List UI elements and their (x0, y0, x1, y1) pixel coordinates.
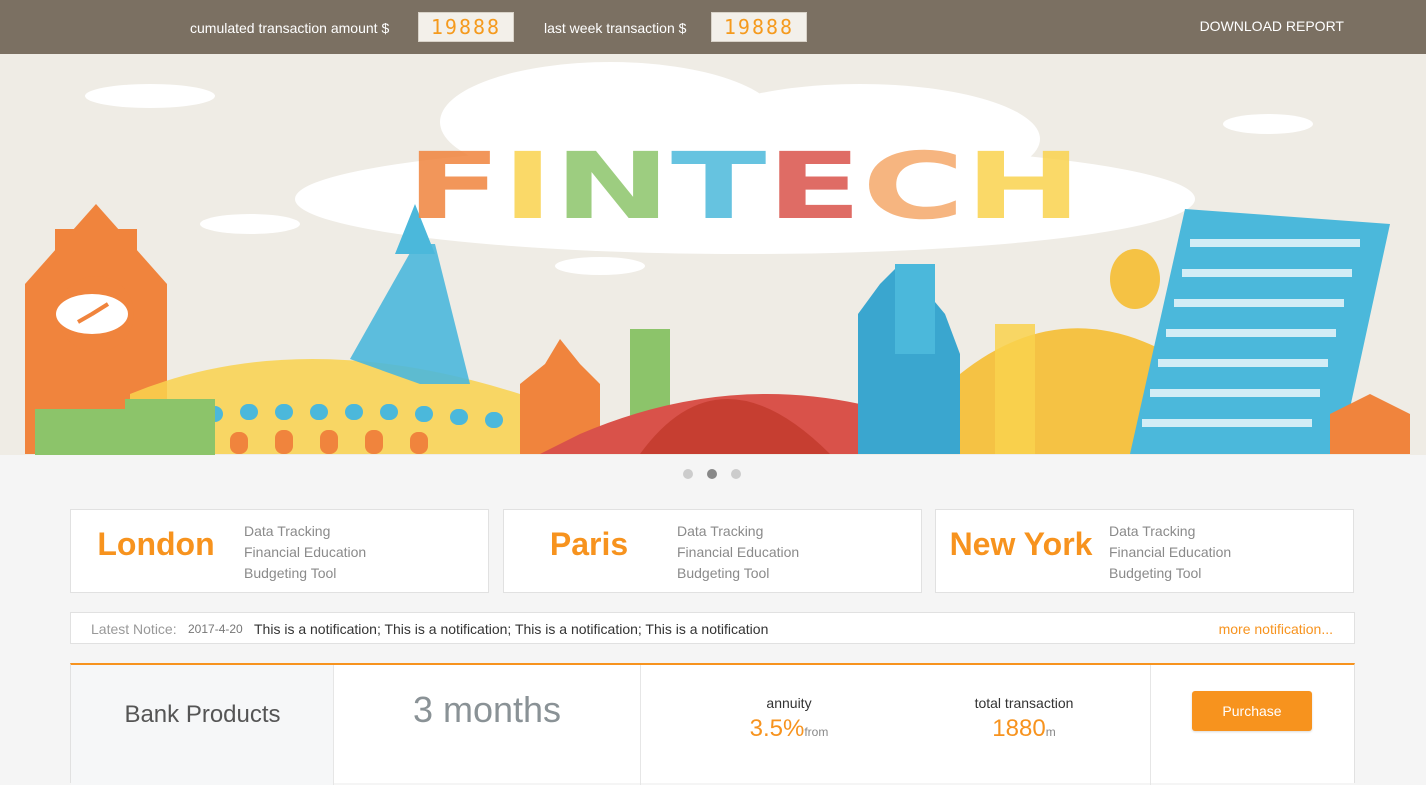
total-transaction-group: 1880m (924, 715, 1124, 743)
carousel-dot-1[interactable] (683, 469, 693, 479)
city-card-london[interactable]: London Data Tracking Financial Education… (70, 509, 489, 593)
annuity-label: annuity (766, 695, 812, 711)
feature-budgeting-tool: Budgeting Tool (677, 565, 770, 581)
annuity-value: 3.5% (749, 715, 805, 742)
carousel-dot-2[interactable] (707, 469, 717, 479)
total-transaction-value: 1880 (992, 715, 1046, 742)
fintech-letter: C (862, 133, 965, 240)
product-term: 3 months (412, 689, 562, 730)
cumulated-amount-label: cumulated transaction amount $ (190, 20, 390, 36)
feature-data-tracking: Data Tracking (677, 523, 764, 539)
last-week-label: last week transaction $ (544, 20, 687, 36)
total-transaction-label: total transaction (974, 695, 1074, 711)
city-skyline-illustration: FINTECH (25, 62, 1410, 455)
last-week-value: 19888 (711, 12, 807, 42)
feature-financial-education: Financial Education (244, 544, 367, 560)
svg-text:FINTECH: FINTECH (406, 133, 1082, 240)
notice-label: Latest Notice: (91, 621, 177, 637)
annuity-suffix: from (804, 725, 829, 739)
top-bar: cumulated transaction amount $ 19888 las… (0, 0, 1426, 54)
feature-data-tracking: Data Tracking (244, 523, 331, 539)
fintech-title: FINTECH (406, 133, 1082, 240)
more-notification-link[interactable]: more notification... (1219, 621, 1333, 637)
fintech-letter: T (671, 133, 767, 240)
fintech-letter: H (965, 133, 1082, 240)
feature-data-tracking: Data Tracking (1109, 523, 1196, 539)
city-name: Paris (549, 526, 629, 562)
fintech-letter: N (554, 133, 671, 240)
annuity-value-group: 3.5%from (689, 715, 889, 743)
fintech-letter: I (502, 133, 554, 240)
purchase-button[interactable]: Purchase (1192, 691, 1312, 731)
bank-product-row: Bank Products 3 months annuity 3.5%from … (70, 663, 1355, 785)
product-name: Bank Products (124, 701, 281, 728)
city-name: New York (949, 526, 1093, 562)
fintech-letter: F (406, 133, 502, 240)
carousel-dot-3[interactable] (731, 469, 741, 479)
city-card-paris[interactable]: Paris Data Tracking Financial Education … (503, 509, 922, 593)
notice-date: 2017-4-20 (188, 622, 243, 636)
carousel-dots (683, 469, 743, 481)
feature-budgeting-tool: Budgeting Tool (244, 565, 337, 581)
feature-budgeting-tool: Budgeting Tool (1109, 565, 1202, 581)
feature-financial-education: Financial Education (677, 544, 800, 560)
latest-notice-bar: Latest Notice: 2017-4-20 This is a notif… (70, 612, 1355, 644)
city-name: London (97, 526, 215, 562)
notice-text[interactable]: This is a notification; This is a notifi… (254, 621, 768, 637)
fintech-letter: E (766, 133, 862, 240)
fintech-banner: FINTECH (0, 54, 1426, 455)
feature-financial-education: Financial Education (1109, 544, 1232, 560)
download-report-link[interactable]: DOWNLOAD REPORT (1200, 18, 1344, 34)
city-card-new-york[interactable]: New York Data Tracking Financial Educati… (935, 509, 1354, 593)
total-transaction-suffix: m (1045, 725, 1056, 739)
cumulated-amount-value: 19888 (418, 12, 514, 42)
